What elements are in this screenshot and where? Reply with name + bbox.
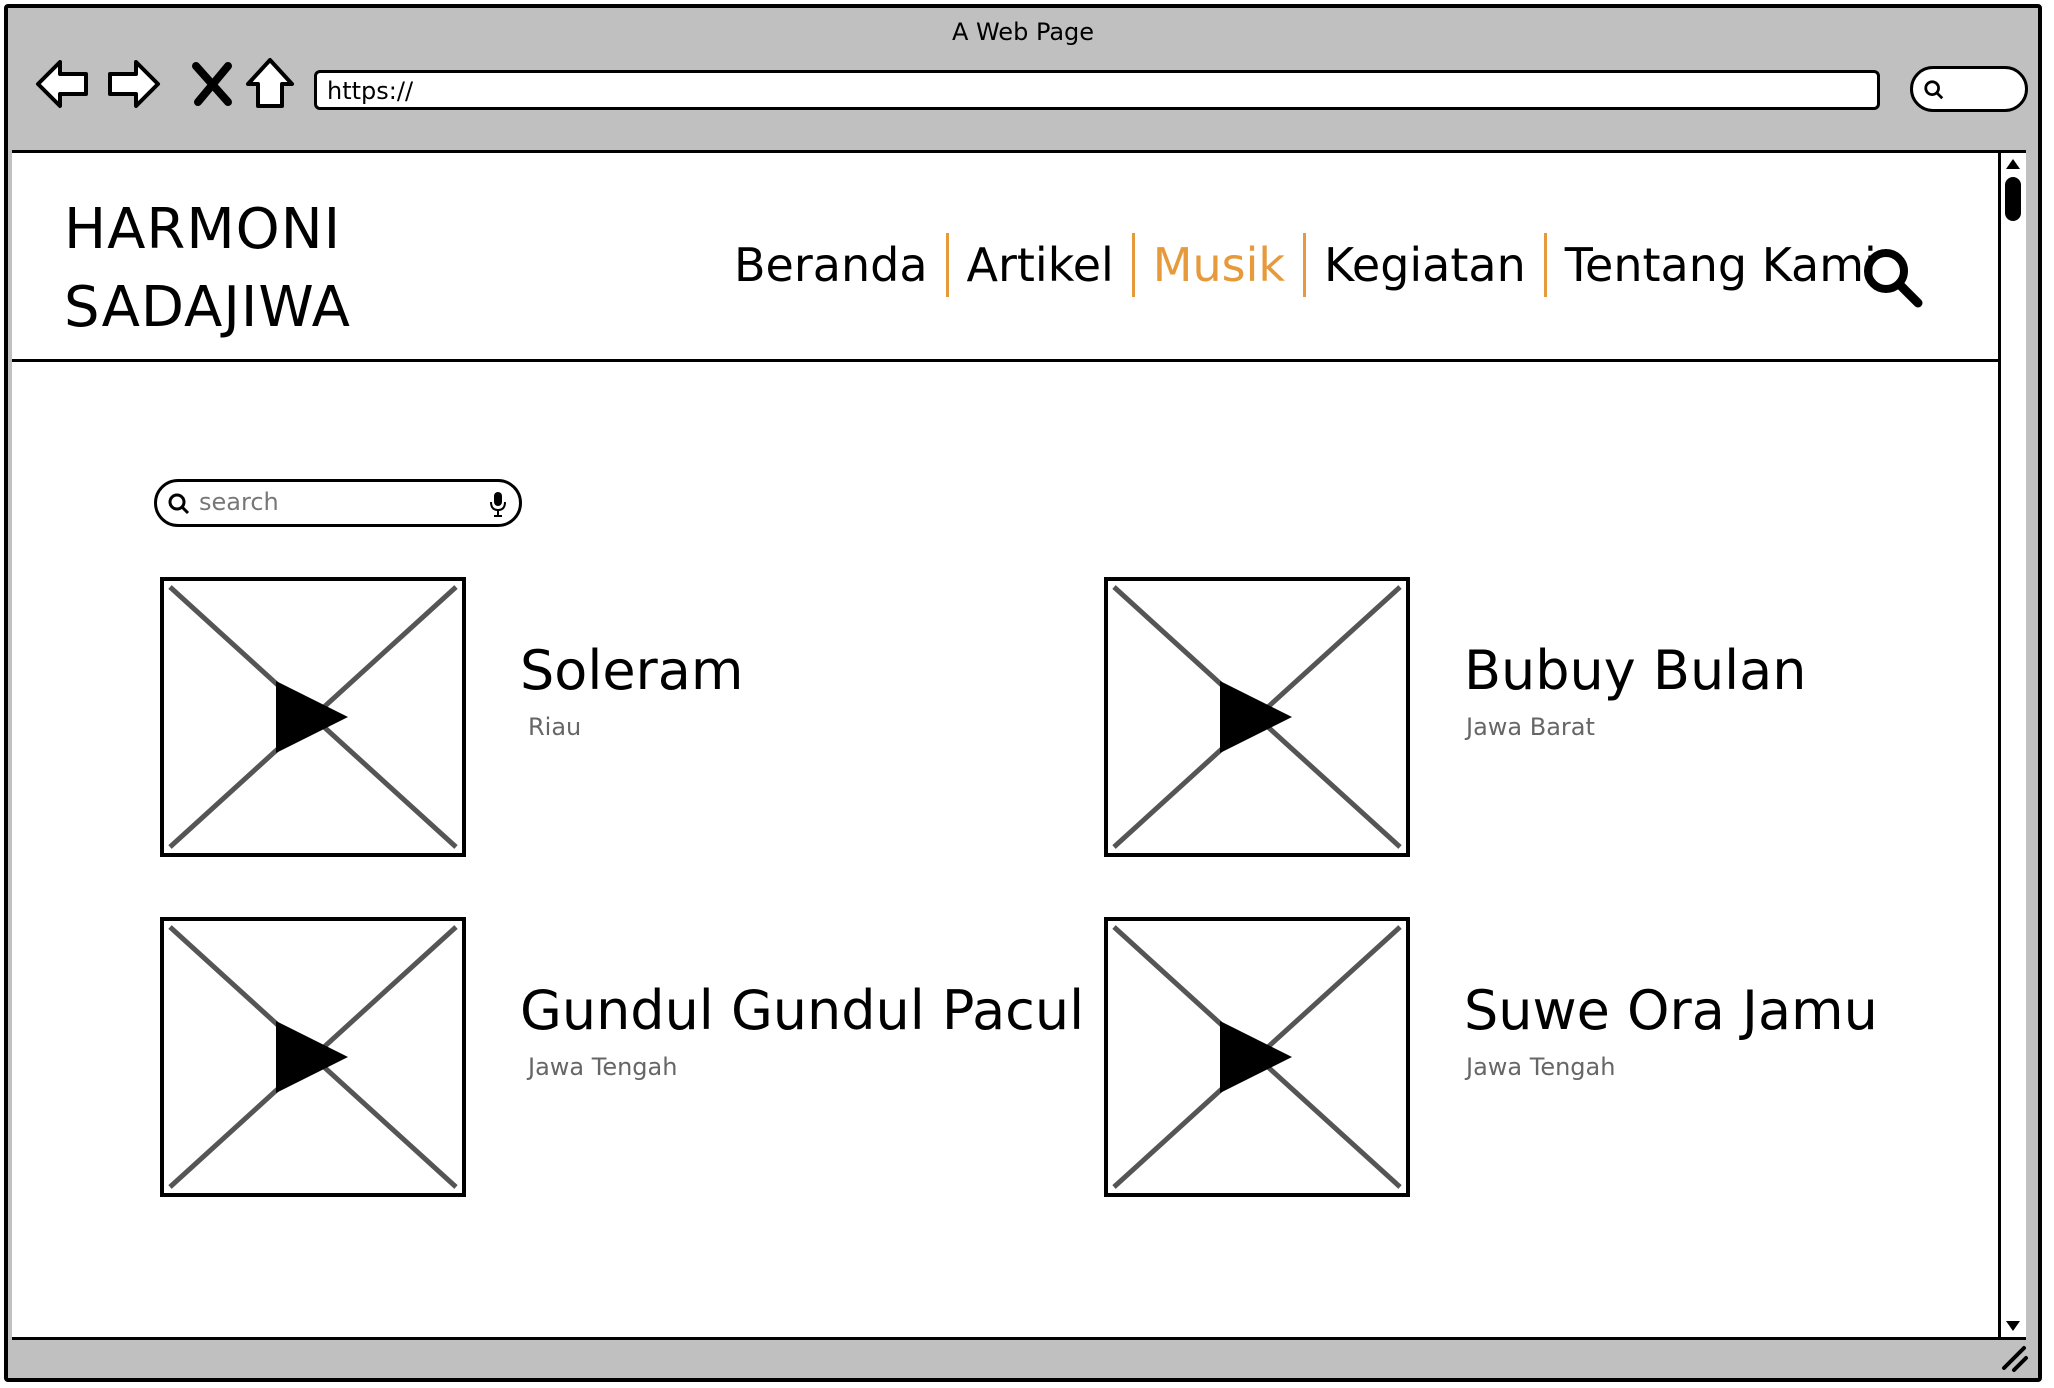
page-viewport: HARMONI SADAJIWA Beranda Artikel Musik K… [12,150,2026,1340]
song-title[interactable]: Bubuy Bulan [1464,639,1806,702]
logo-line-2: SADAJIWA [64,275,351,340]
song-title[interactable]: Soleram [520,639,743,702]
url-bar[interactable]: https:// [314,70,1880,110]
video-thumbnail[interactable] [1104,917,1410,1197]
microphone-icon[interactable] [489,490,507,518]
browser-search-box[interactable] [1910,66,2028,112]
video-thumbnail[interactable] [1104,577,1410,857]
window-title: A Web Page [951,18,1095,46]
home-icon[interactable] [240,54,300,114]
main-nav: Beranda Artikel Musik Kegiatan Tentang K… [716,233,1895,297]
song-region: Jawa Tengah [528,1053,678,1081]
song-region: Riau [528,713,582,741]
browser-window: A Web Page https:// HARMONI SADAJIWA Ber… [4,4,2042,1382]
nav-item-musik[interactable]: Musik [1135,238,1303,292]
video-thumbnail[interactable] [160,577,466,857]
nav-item-kegiatan[interactable]: Kegiatan [1306,238,1544,292]
header-divider [12,359,2002,362]
video-placeholder-image [168,585,458,849]
song-title[interactable]: Gundul Gundul Pacul [520,979,1084,1042]
site-logo[interactable]: HARMONI SADAJIWA [64,191,351,347]
back-arrow-icon[interactable] [32,54,92,114]
scroll-down-arrow-icon[interactable] [2003,1317,2023,1335]
video-placeholder-image [1112,585,1402,849]
search-icon [168,493,190,515]
video-placeholder-image [1112,925,1402,1189]
header-search-icon[interactable] [1860,245,1924,309]
song-region: Jawa Tengah [1466,1053,1616,1081]
scroll-thumb[interactable] [2005,177,2021,221]
nav-item-tentang-kami[interactable]: Tentang Kami [1547,238,1895,292]
scroll-up-arrow-icon[interactable] [2003,155,2023,173]
stop-x-icon[interactable] [184,54,244,114]
vertical-scrollbar[interactable] [1998,153,2026,1337]
video-placeholder-image [168,925,458,1189]
forward-arrow-icon[interactable] [104,54,164,114]
nav-item-artikel[interactable]: Artikel [949,238,1132,292]
resize-grip-icon[interactable] [1998,1342,2030,1372]
song-region: Jawa Barat [1466,713,1595,741]
song-title[interactable]: Suwe Ora Jamu [1464,979,1878,1042]
video-thumbnail[interactable] [160,917,466,1197]
search-icon [1924,80,1944,100]
nav-item-beranda[interactable]: Beranda [716,238,946,292]
music-search-input[interactable]: search [154,479,522,527]
logo-line-1: HARMONI [64,197,342,262]
search-placeholder: search [199,488,279,516]
